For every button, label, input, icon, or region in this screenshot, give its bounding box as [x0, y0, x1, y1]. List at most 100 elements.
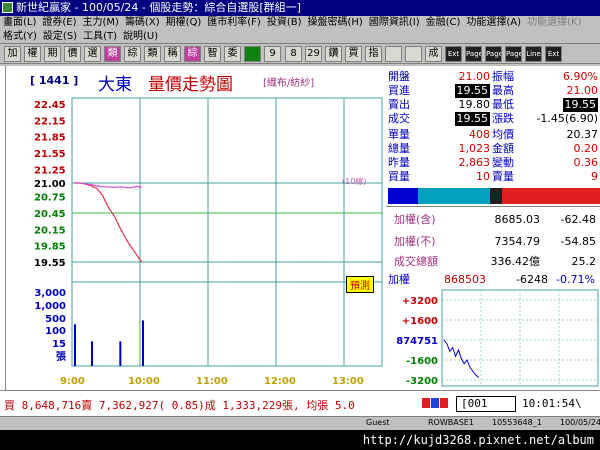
buy-volume-value: 10: [476, 170, 490, 183]
forecast-button[interactable]: 預測: [346, 276, 374, 293]
time-tick-2: 11:00: [196, 376, 228, 387]
mini-tick-4: -3200: [406, 376, 438, 387]
toolbar-button-27[interactable]: Ext: [545, 46, 562, 62]
price-tick-8: 20.15: [34, 225, 66, 236]
index-excl-change: -54.85: [560, 235, 596, 248]
time-tick-3: 12:00: [264, 376, 296, 387]
reference-line-label: (10線): [342, 177, 367, 186]
unit-volume-value: 408: [469, 128, 490, 141]
color-chip-red[interactable]: [422, 398, 430, 408]
intraday-chart-panel: 22.45 22.15 21.85 21.55 21.25 21.00 20.75 20.45…: [5, 66, 383, 390]
toolbar-button-19[interactable]: [385, 46, 402, 62]
price-tick-1: 22.15: [34, 116, 66, 127]
average-line: [74, 182, 143, 189]
menu-item-menu2-1[interactable]: 設定(S): [40, 30, 80, 43]
toolbar-button-21[interactable]: 成: [425, 46, 442, 62]
toolbar-button-23[interactable]: Page: [465, 46, 482, 62]
mini-tick-0: +3200: [402, 296, 438, 307]
toolbar-button-13[interactable]: 9: [264, 46, 281, 62]
toolbar-button-12[interactable]: 江: [244, 46, 261, 62]
menu-item-menu1-9[interactable]: 金融(C): [423, 16, 464, 30]
index-incl-change: -62.48: [560, 213, 596, 226]
toolbar-button-2[interactable]: 期: [44, 46, 61, 62]
menu-item-menu1-10[interactable]: 功能選擇(A): [463, 16, 524, 30]
menu-item-menu1-7[interactable]: 操盤密碼(H): [305, 16, 366, 30]
index-row-excl: 加權(不) 7354.79 -54.85: [386, 233, 600, 251]
toolbar-button-4[interactable]: 選: [84, 46, 101, 62]
toolbar-button-10[interactable]: 智: [204, 46, 221, 62]
menu-bar-secondary: 格式(Y) 設定(S) 工具(T) 說明(U): [0, 30, 600, 44]
avg-price-label: 均價: [492, 128, 514, 141]
toolbar-button-8[interactable]: 稱: [164, 46, 181, 62]
volume-tick-4: 15: [52, 339, 66, 350]
volume-tick-0: 3,000: [34, 288, 66, 299]
color-chip-blue[interactable]: [431, 398, 439, 408]
toolbar-button-24[interactable]: Page: [485, 46, 502, 62]
toolbar-button-11[interactable]: 委: [224, 46, 241, 62]
toolbar-button-14[interactable]: 8: [285, 46, 302, 62]
toolbar-button-1[interactable]: 權: [24, 46, 41, 62]
avg-price-value: 20.37: [566, 128, 599, 141]
menu-item-menu1-11[interactable]: 功能選擇(K): [524, 16, 584, 30]
stock-code-input[interactable]: [001: [456, 396, 516, 412]
intraday-chart: 22.45 22.15 21.85 21.55 21.25 21.00 20.75 20.45…: [34, 97, 383, 387]
quote-row-total: 總量 1,023 金額 0.20: [386, 142, 600, 156]
sell-volume-label: 賣量: [492, 170, 514, 183]
menu-item-menu1-3[interactable]: 籌碼(X): [122, 16, 163, 30]
menu-item-menu2-3[interactable]: 說明(U): [120, 30, 161, 43]
menu-item-menu1-6[interactable]: 投資(B): [264, 16, 305, 30]
quote-row-buysell: 買量 10 賣量 9: [386, 170, 600, 184]
menu-item-menu2-2[interactable]: 工具(T): [80, 30, 120, 43]
toolbar-button-15[interactable]: 29: [305, 46, 322, 62]
time-tick-0: 9:00: [60, 376, 85, 387]
toolbar-button-16[interactable]: 鑽: [325, 46, 342, 62]
price-tick-2: 21.85: [34, 133, 66, 144]
quote-row-ask: 賣出 19.80 最低 19.55: [386, 98, 600, 112]
toolbar-button-18[interactable]: 指: [365, 46, 382, 62]
user-label: Guest: [366, 418, 390, 427]
toolbar-button-5[interactable]: 類: [104, 46, 121, 62]
total-amount-value: 336.42億: [490, 255, 541, 268]
index-incl-label: 加權(含): [394, 213, 436, 226]
toolbar-button-7[interactable]: 類: [144, 46, 161, 62]
low-value: 19.55: [562, 98, 598, 112]
market-summary: 買 8,648,716賣 7,362,927( 0.85)成 1,333,229…: [4, 399, 355, 412]
stock-code: [ 1441 ]: [30, 74, 79, 87]
menu-item-menu1-0[interactable]: 畫面(L): [0, 16, 39, 30]
toolbar-button-0[interactable]: 加: [4, 46, 21, 62]
toolbar-button-26[interactable]: Line: [525, 46, 542, 62]
open-value: 21.00: [458, 70, 491, 83]
color-chip-red-2[interactable]: [440, 398, 448, 408]
price-tick-6: 20.75: [34, 193, 66, 204]
toolbar-button-20[interactable]: [405, 46, 422, 62]
amount-label: 金額: [492, 142, 514, 155]
volume-tick-1: 1,000: [34, 301, 66, 312]
menu-item-menu1-4[interactable]: 期權(Q): [163, 16, 205, 30]
menu-item-menu1-2[interactable]: 主力(M): [80, 16, 122, 30]
trade-value: 19.55: [454, 112, 490, 126]
amount-value: 0.20: [573, 142, 599, 155]
watermark-url: http://kujd3268.pixnet.net/album: [0, 430, 600, 450]
mini-tick-3: -1600: [406, 356, 438, 367]
sell-volume-value: 9: [591, 170, 598, 183]
bid-label: 買進: [388, 84, 410, 97]
toolbar-button-9[interactable]: 綜: [184, 46, 201, 62]
bid-value: 19.55: [454, 84, 490, 98]
change-value: -1.45(6.90): [536, 112, 598, 125]
change-label: 漲跌: [492, 112, 514, 125]
toolbar-button-3[interactable]: 價: [64, 46, 81, 62]
menu-item-menu1-1[interactable]: 證券(E): [39, 16, 79, 30]
toolbar-button-22[interactable]: Ext: [445, 46, 462, 62]
buy-sell-ratio-bar: [388, 188, 600, 204]
date-label: 100/05/24: [560, 418, 600, 427]
toolbar-button-6[interactable]: 綜: [124, 46, 141, 62]
menu-item-menu1-5[interactable]: 匯市利率(F): [204, 16, 264, 30]
toolbar-button-25[interactable]: Page: [505, 46, 522, 62]
toolbar: 加權期價選類綜類稱綜智委江 9 8 29 鑽買指成 Ext Page Page Page Line…: [0, 44, 600, 64]
menu-item-menu1-8[interactable]: 國際資訊(I): [366, 16, 423, 30]
price-tick-3: 21.55: [34, 149, 66, 160]
menu-item-menu2-0[interactable]: 格式(Y): [0, 30, 40, 43]
toolbar-button-17[interactable]: 買: [345, 46, 362, 62]
session-number: 10553648_1: [492, 418, 542, 427]
buy-volume-label: 買量: [388, 170, 410, 183]
